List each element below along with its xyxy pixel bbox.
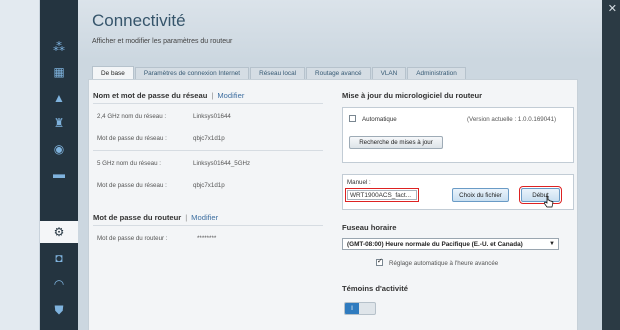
firmware-auto-box: Automatique (Version actuelle : 1.0.0.16… xyxy=(342,107,574,163)
connectivity-icon[interactable]: ⚙ xyxy=(40,221,78,243)
edit-router-password-link[interactable]: Modifier xyxy=(191,213,218,222)
firmware-file-field[interactable]: WRT1900ACS_fact... xyxy=(345,188,419,202)
auto-update-label: Automatique xyxy=(362,116,397,123)
firmware-manual-box: Manuel : WRT1900ACS_fact... Choix du fic… xyxy=(342,174,574,210)
band5-name-value: Linksys01644_5GHz xyxy=(193,160,251,167)
device-list-icon-glyph: ▦ xyxy=(53,65,65,79)
band24-password-value: qbjc7x1d1p xyxy=(193,135,225,142)
security-icon-glyph: ⛊ xyxy=(54,302,64,317)
choose-file-button[interactable]: Choix du fichier xyxy=(452,188,509,202)
timezone-selected-value: (GMT-08:00) Heure normale du Pacifique (… xyxy=(347,240,523,248)
page-subtitle: Afficher et modifier les paramètres du r… xyxy=(92,38,233,45)
media-prioritization-icon-glyph: ◉ xyxy=(53,142,65,156)
parental-controls-icon-glyph: ♜ xyxy=(53,116,65,130)
router-password-label: Mot de passe du routeur : xyxy=(97,235,168,242)
start-update-button[interactable]: Début xyxy=(519,186,562,204)
manual-update-label: Manuel : xyxy=(347,179,371,186)
divider xyxy=(93,225,323,226)
tab-local-network[interactable]: Réseau local xyxy=(250,67,306,79)
timezone-select[interactable]: (GMT-08:00) Heure normale du Pacifique (… xyxy=(342,238,559,250)
window-right-rail: ✕ xyxy=(602,0,620,330)
heading-separator: | xyxy=(185,213,188,222)
tab-advanced-routing[interactable]: Routage avancé xyxy=(306,67,371,79)
dst-checkbox[interactable] xyxy=(376,257,383,266)
timezone-heading: Fuseau horaire xyxy=(342,223,397,232)
band24-password-label: Mot de passe du réseau : xyxy=(97,135,167,142)
divider xyxy=(93,150,323,151)
network-heading-text: Nom et mot de passe du réseau xyxy=(93,91,208,100)
tab-content: Nom et mot de passe du réseau | Modifier 2… xyxy=(88,79,578,330)
network-section-heading: Nom et mot de passe du réseau | Modifier xyxy=(93,91,244,100)
router-password-section-heading: Mot de passe du routeur | Modifier xyxy=(93,213,218,222)
external-storage-icon[interactable]: ◘ xyxy=(48,247,70,269)
wireless-icon-glyph: ◠ xyxy=(53,277,65,291)
divider xyxy=(93,103,323,104)
activity-leds-heading: Témoins d'activité xyxy=(342,284,408,293)
tab-basic[interactable]: De base xyxy=(92,66,134,79)
speed-test-icon-glyph: ▬ xyxy=(53,167,65,181)
troubleshooting-icon-glyph: ▲ xyxy=(53,91,65,105)
router-password-heading-text: Mot de passe du routeur xyxy=(93,213,182,222)
speed-test-icon[interactable]: ▬ xyxy=(48,163,70,185)
firmware-heading: Mise à jour du micrologiciel du routeur xyxy=(342,91,483,100)
tab-administration[interactable]: Administration xyxy=(407,67,466,79)
external-storage-icon-glyph: ◘ xyxy=(55,251,63,265)
dst-label: Réglage automatique à l'heure avancée xyxy=(389,260,499,267)
heading-separator: | xyxy=(211,91,214,100)
tab-internet-settings[interactable]: Paramètres de connexion Internet xyxy=(134,67,250,79)
close-icon[interactable]: ✕ xyxy=(608,2,617,15)
band5-password-label: Mot de passe du réseau : xyxy=(97,182,167,189)
chevron-down-icon: ▼ xyxy=(549,241,555,247)
connectivity-icon-glyph: ⚙ xyxy=(53,225,65,239)
auto-update-checkbox[interactable] xyxy=(349,115,356,122)
edit-network-link[interactable]: Modifier xyxy=(217,91,244,100)
troubleshooting-icon[interactable]: ▲ xyxy=(48,87,70,109)
band5-name-label: 5 GHz nom du réseau : xyxy=(97,160,161,167)
network-map-icon[interactable]: ⁂ xyxy=(48,36,70,58)
band24-name-value: Linksys01644 xyxy=(193,113,231,120)
band24-name-label: 2,4 GHz nom du réseau : xyxy=(97,113,167,120)
router-password-value: ******** xyxy=(197,235,217,242)
main-panel: Connectivité Afficher et modifier les pa… xyxy=(78,0,602,330)
toggle-on-indicator: I xyxy=(345,303,359,314)
tab-bar: De base Paramètres de connexion Internet… xyxy=(92,66,467,79)
mouse-pointer-icon xyxy=(544,196,554,208)
current-version-text: (Version actuelle : 1.0.0.169041) xyxy=(467,116,557,123)
media-prioritization-icon[interactable]: ◉ xyxy=(48,138,70,160)
security-icon[interactable]: ⛊ xyxy=(48,299,70,321)
sidebar: ⁂ ▦ ▲ ♜ ◉ ▬ ⚙ ◘ ◠ ⛊ xyxy=(40,0,78,330)
device-list-icon[interactable]: ▦ xyxy=(48,61,70,83)
band5-password-value: qbjc7x1d1p xyxy=(193,182,225,189)
wireless-icon[interactable]: ◠ xyxy=(48,273,70,295)
tab-vlan[interactable]: VLAN xyxy=(371,67,407,79)
network-map-icon-glyph: ⁂ xyxy=(53,40,65,54)
window-left-rail xyxy=(0,0,40,330)
page-title: Connectivité xyxy=(92,11,186,30)
activity-leds-toggle[interactable]: I xyxy=(344,302,376,315)
check-updates-button[interactable]: Recherche de mises à jour xyxy=(349,136,443,149)
parental-controls-icon[interactable]: ♜ xyxy=(48,112,70,134)
